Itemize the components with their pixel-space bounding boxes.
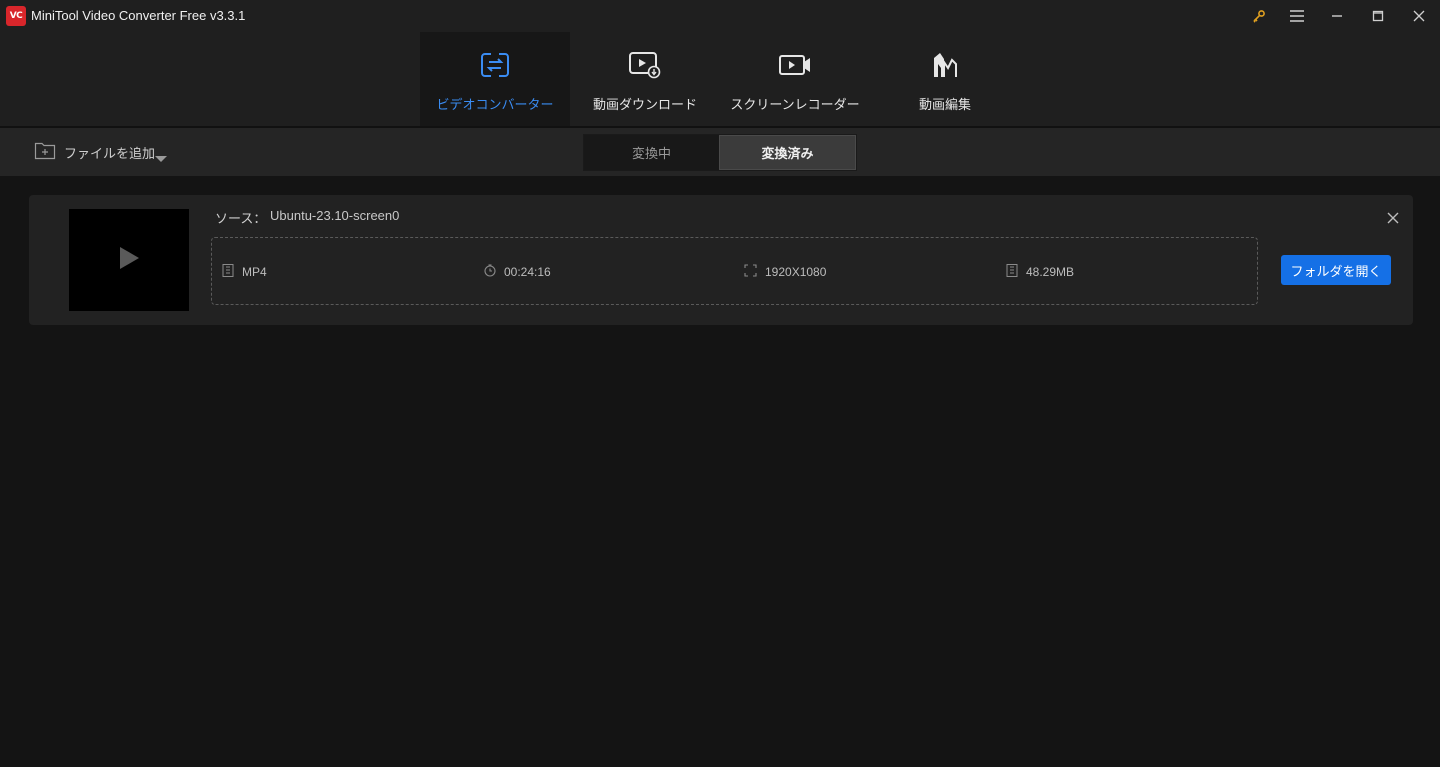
video-edit-icon	[928, 50, 962, 80]
tab-converted[interactable]: 変換済み	[719, 135, 856, 170]
file-size-icon	[1006, 264, 1018, 280]
format-value: MP4	[242, 265, 267, 279]
add-file-label: ファイルを追加	[64, 146, 156, 162]
tab-label: ビデオコンバーター	[436, 98, 554, 113]
video-thumbnail[interactable]	[69, 209, 189, 311]
maximize-icon[interactable]	[1358, 0, 1398, 32]
chevron-down-icon[interactable]	[155, 148, 167, 167]
convert-icon	[478, 50, 512, 80]
menu-icon[interactable]	[1277, 0, 1317, 32]
screen-record-icon	[778, 50, 812, 80]
duration-info: 00:24:16	[484, 264, 551, 280]
resolution-icon	[744, 264, 757, 280]
file-format-icon	[222, 264, 234, 280]
tab-video-converter[interactable]: ビデオコンバーター	[420, 32, 570, 126]
resolution-value: 1920X1080	[765, 265, 827, 279]
duration-value: 00:24:16	[504, 265, 551, 279]
app-logo: VC	[6, 6, 26, 26]
add-file-button[interactable]: ファイルを追加	[34, 142, 155, 162]
tab-converting[interactable]: 変換中	[584, 135, 719, 170]
remove-item-icon[interactable]	[1387, 209, 1401, 224]
video-download-icon	[628, 50, 662, 80]
add-file-icon	[34, 140, 56, 164]
tab-label: 動画編集	[918, 98, 971, 113]
converted-item-card: ソース： Ubuntu-23.10-screen0 MP4 00:24:16 1…	[29, 195, 1413, 325]
tab-video-download[interactable]: 動画ダウンロード	[570, 32, 720, 126]
title-bar: VC MiniTool Video Converter Free v3.3.1	[0, 0, 1440, 32]
main-nav: ビデオコンバーター 動画ダウンロード スクリーンレコーダー 動画編集	[0, 32, 1440, 126]
play-icon[interactable]	[118, 246, 140, 274]
minimize-icon[interactable]	[1317, 0, 1357, 32]
tab-video-edit[interactable]: 動画編集	[870, 32, 1020, 126]
source-label: ソース：	[215, 212, 267, 227]
tab-screen-recorder[interactable]: スクリーンレコーダー	[720, 32, 870, 126]
app-title: MiniTool Video Converter Free v3.3.1	[31, 8, 246, 23]
size-value: 48.29MB	[1026, 265, 1075, 279]
format-info: MP4	[222, 264, 267, 280]
tab-label: 動画ダウンロード	[592, 98, 697, 113]
open-folder-button[interactable]: フォルダを開く	[1281, 255, 1391, 285]
tab-label: スクリーンレコーダー	[730, 98, 860, 113]
size-info: 48.29MB	[1006, 264, 1074, 280]
status-segmented-control: 変換中 変換済み	[583, 134, 857, 171]
close-icon[interactable]	[1399, 0, 1439, 32]
clock-icon	[484, 264, 496, 280]
output-info-box: MP4 00:24:16 1920X1080 48.29MB	[211, 237, 1258, 305]
resolution-info: 1920X1080	[744, 264, 826, 280]
key-icon[interactable]	[1239, 0, 1279, 32]
source-filename: Ubuntu-23.10-screen0	[270, 208, 400, 223]
